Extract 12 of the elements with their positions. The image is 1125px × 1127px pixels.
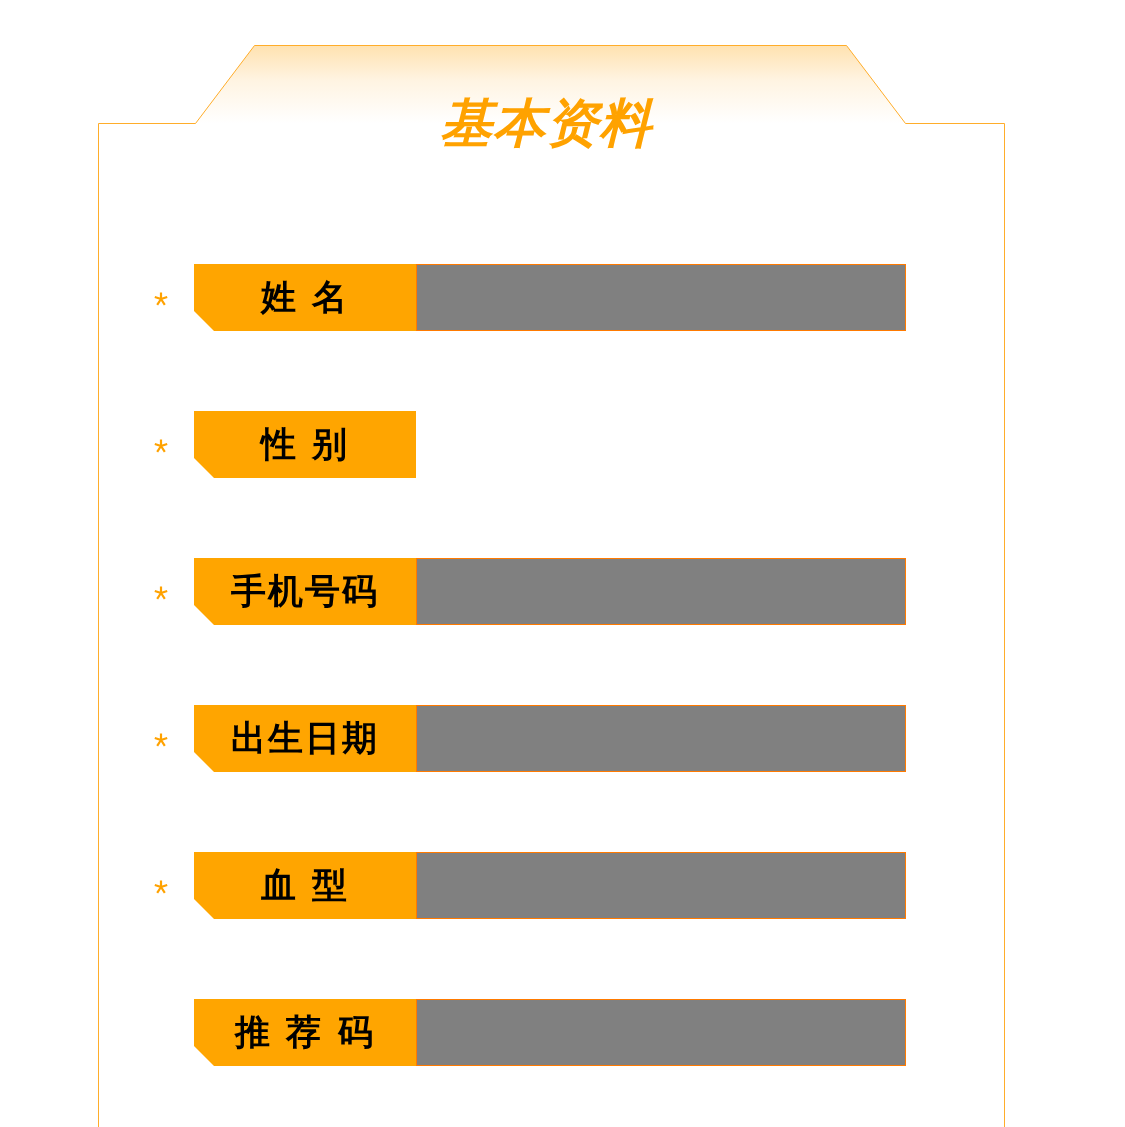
field-label: 姓 名	[194, 264, 416, 331]
section-title: 基本资料	[439, 94, 652, 152]
field-label: 推 荐 码	[194, 999, 416, 1066]
field-label: 血 型	[194, 852, 416, 919]
text-input-field[interactable]	[416, 264, 906, 331]
field-label: 出生日期	[194, 705, 416, 772]
text-input-field[interactable]	[416, 852, 906, 919]
field-label: 性 别	[194, 411, 416, 478]
text-input-field[interactable]	[416, 999, 906, 1066]
text-input-field[interactable]	[416, 558, 906, 625]
field-label: 手机号码	[194, 558, 416, 625]
text-input-field[interactable]	[416, 705, 906, 772]
